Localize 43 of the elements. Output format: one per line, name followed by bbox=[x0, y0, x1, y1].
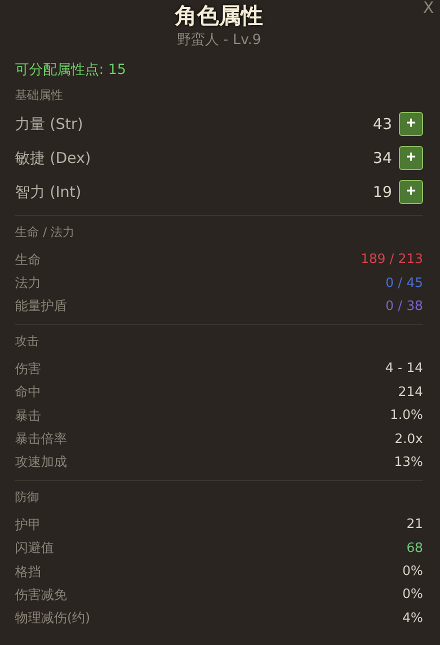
stat-value: 21 bbox=[406, 517, 423, 532]
stat-label: 暴击倍率 bbox=[15, 431, 67, 448]
stat-value: 0% bbox=[402, 587, 423, 602]
stat-value: 4% bbox=[402, 610, 423, 626]
stat-value: 214 bbox=[398, 384, 423, 400]
class-level: 野蛮人 - Lv.9 bbox=[176, 31, 262, 50]
stat-value: 13% bbox=[394, 454, 423, 470]
stat-label: 物理减伤(约) bbox=[15, 610, 90, 628]
attribute-name: 力量 (Str) bbox=[15, 114, 84, 134]
stat-label: 护甲 bbox=[15, 516, 41, 534]
attribute-value: 34 bbox=[372, 149, 392, 167]
stat-value: 68 bbox=[406, 540, 423, 556]
add-point-button[interactable]: + bbox=[399, 146, 423, 170]
attribute-points: 可分配属性点: 15 bbox=[15, 61, 127, 80]
stat-label: 闪避值 bbox=[15, 540, 54, 558]
stat-label: 伤害 bbox=[15, 360, 41, 378]
attribute-name: 敏捷 (Dex) bbox=[15, 148, 92, 168]
stat-value: 4 - 14 bbox=[385, 361, 423, 376]
section-heading: 基础属性 bbox=[15, 87, 64, 103]
stat-label: 命中 bbox=[15, 384, 41, 402]
attribute-value: 19 bbox=[372, 183, 392, 201]
attribute-name: 智力 (Int) bbox=[15, 182, 82, 202]
add-point-button[interactable]: + bbox=[399, 180, 423, 204]
stat-value: 0 / 45 bbox=[386, 276, 423, 291]
stat-value: 189 / 213 bbox=[360, 252, 423, 268]
close-button[interactable]: X bbox=[421, 0, 436, 16]
section-heading: 防御 bbox=[15, 489, 40, 506]
stat-label: 伤害减免 bbox=[15, 586, 67, 604]
window-title: 角色属性 bbox=[174, 4, 264, 30]
attribute-value: 43 bbox=[372, 115, 392, 133]
stat-label: 攻速加成 bbox=[15, 454, 67, 472]
stat-label: 法力 bbox=[15, 275, 41, 292]
stat-value: 0 / 38 bbox=[386, 298, 423, 314]
stat-label: 能量护盾 bbox=[15, 298, 67, 316]
stat-value: 2.0x bbox=[394, 432, 423, 447]
section-heading: 生命 / 法力 bbox=[15, 224, 76, 240]
stat-value: 1.0% bbox=[390, 408, 423, 424]
stat-value: 0% bbox=[402, 564, 423, 580]
section-heading: 攻击 bbox=[15, 333, 40, 350]
stat-label: 生命 bbox=[15, 252, 41, 269]
stat-label: 暴击 bbox=[15, 408, 41, 425]
stat-label: 格挡 bbox=[15, 564, 41, 581]
add-point-button[interactable]: + bbox=[399, 112, 423, 136]
